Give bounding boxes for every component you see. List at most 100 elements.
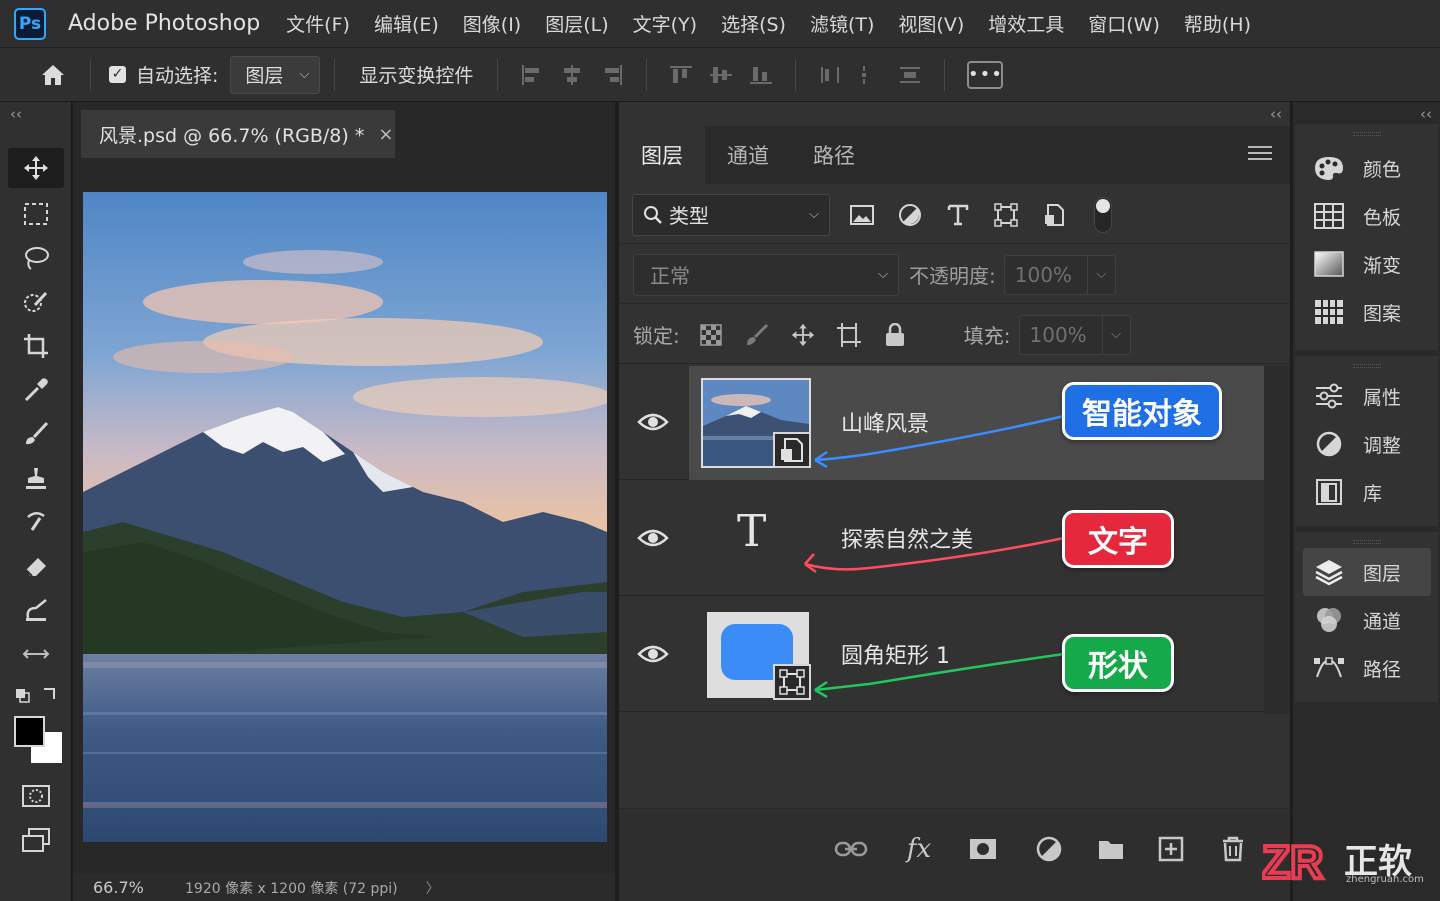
align-right-button[interactable] [592,57,632,93]
link-layers-button[interactable] [831,831,871,867]
quick-mask-button[interactable] [8,776,64,816]
chevron-down-icon[interactable]: ⌵ [1086,255,1115,294]
show-transform-controls-checkbox[interactable]: 显示变换控件 [359,61,473,88]
new-adjustment-button[interactable] [1029,831,1069,867]
mask-icon [970,839,996,859]
delete-layer-button[interactable] [1213,831,1253,867]
dock-adjustments[interactable]: 调整 [1295,420,1438,468]
dock-layers[interactable]: 图层 [1303,548,1431,596]
foreground-color-swatch[interactable] [14,716,45,747]
layer-list-scrollbar[interactable] [1264,366,1290,714]
align-vcenter-button[interactable] [701,57,741,93]
collapse-dock-button[interactable]: ‹‹ [1420,105,1432,123]
tab-paths[interactable]: 路径 [791,126,877,184]
grip-handle[interactable] [1353,540,1381,544]
right-panel-dock: ‹‹ 颜色 色板 渐变 图案 属性 调整 库 图层 通道 路径 [1293,102,1440,901]
blend-mode-dropdown[interactable]: 正常 ⌵ [633,253,899,296]
grip-handle[interactable] [1353,132,1381,136]
opacity-field[interactable]: 100% ⌵ [1003,254,1116,295]
menu-filter[interactable]: 滤镜(T) [798,10,886,37]
add-mask-button[interactable] [963,831,1003,867]
smart-object-icon [1045,203,1064,226]
screen-mode-button[interactable] [8,820,64,860]
menu-window[interactable]: 窗口(W) [1076,10,1172,37]
clone-stamp-tool-button[interactable] [8,458,64,498]
dock-channels[interactable]: 通道 [1295,596,1438,644]
distribute-more-button[interactable] [890,57,930,93]
gradient-tool-button[interactable] [8,590,64,630]
menu-layer[interactable]: 图层(L) [533,10,620,37]
move-tool-button[interactable] [8,148,64,188]
more-tools-button[interactable] [8,634,64,674]
distribute-horizontal-button[interactable] [810,57,850,93]
new-group-button[interactable] [1091,831,1131,867]
new-layer-button[interactable] [1151,831,1191,867]
dock-libraries[interactable]: 库 [1295,468,1438,516]
swap-colors-button[interactable] [8,680,64,710]
shape-arrow [814,652,1065,692]
chevron-down-icon[interactable]: ⌵ [1101,315,1130,354]
lock-transparent-button[interactable] [688,317,734,353]
filter-shape-button[interactable] [990,199,1022,231]
crop-tool-button[interactable] [8,326,64,366]
panel-menu-icon[interactable] [1248,146,1272,164]
menu-help[interactable]: 帮助(H) [1172,10,1263,37]
dock-properties[interactable]: 属性 [1295,372,1438,420]
menu-bar: Ps Adobe Photoshop 文件(F) 编辑(E) 图像(I) 图层(… [0,0,1440,48]
quick-select-tool-button[interactable] [8,282,64,322]
folder-icon [1099,841,1123,859]
home-button[interactable] [30,55,76,95]
history-brush-tool-button[interactable] [8,502,64,542]
menu-select[interactable]: 选择(S) [709,10,798,37]
filter-toggle-switch[interactable] [1094,196,1112,233]
distribute-spacing-button[interactable] [850,57,890,93]
dock-patterns-label: 图案 [1363,302,1402,325]
collapse-toolbar-button[interactable]: ‹‹ [10,105,22,123]
marquee-tool-button[interactable] [8,194,64,234]
layer-style-button[interactable]: fx [899,831,939,867]
auto-select-dropdown[interactable]: 图层 ⌵ [230,55,321,94]
lock-pixels-button[interactable] [734,317,780,353]
lasso-tool-button[interactable] [8,238,64,278]
tab-layers[interactable]: 图层 [619,126,705,184]
lock-position-button[interactable] [780,317,826,353]
filter-adjustment-button[interactable] [894,199,926,231]
auto-select-checkbox[interactable]: ✓ [109,66,126,83]
dock-color[interactable]: 颜色 [1295,144,1438,192]
eraser-tool-button[interactable] [8,546,64,586]
align-hcenter-button[interactable] [552,57,592,93]
canvas-image[interactable] [83,192,607,842]
app-title: Adobe Photoshop [68,11,261,36]
lock-all-button[interactable] [872,317,918,353]
divider [944,58,946,91]
more-options-button[interactable]: ••• [967,60,1004,89]
menu-plugins[interactable]: 增效工具 [976,10,1076,37]
eyedropper-tool-button[interactable] [8,370,64,410]
dock-patterns[interactable]: 图案 [1295,288,1438,336]
close-document-icon[interactable]: × [378,124,393,145]
document-tab[interactable]: 风景.psd @ 66.7% (RGB/8) * × [81,110,395,158]
menu-view[interactable]: 视图(V) [886,10,976,37]
menu-edit[interactable]: 编辑(E) [362,10,451,37]
filter-pixel-button[interactable] [846,199,878,231]
grip-handle[interactable] [1353,364,1381,368]
align-left-button[interactable] [512,57,552,93]
brush-tool-button[interactable] [8,414,64,454]
zoom-level[interactable]: 66.7% [93,878,161,897]
menu-file[interactable]: 文件(F) [274,10,362,37]
dock-gradients[interactable]: 渐变 [1295,240,1438,288]
lock-artboard-button[interactable] [826,317,872,353]
status-expand-icon[interactable]: 〉 [426,878,440,898]
filter-smart-object-button[interactable] [1038,199,1070,231]
dock-swatches[interactable]: 色板 [1295,192,1438,240]
align-top-button[interactable] [661,57,701,93]
collapse-panel-button[interactable]: ‹‹ [1270,105,1282,123]
filter-kind-dropdown[interactable]: 类型 ⌵ [632,193,830,236]
align-bottom-button[interactable] [741,57,781,93]
menu-image[interactable]: 图像(I) [451,10,533,37]
fill-field[interactable]: 100% ⌵ [1018,314,1131,355]
menu-type[interactable]: 文字(Y) [621,10,709,37]
tab-channels[interactable]: 通道 [705,126,791,184]
dock-paths[interactable]: 路径 [1295,644,1438,692]
filter-type-button[interactable] [942,199,974,231]
